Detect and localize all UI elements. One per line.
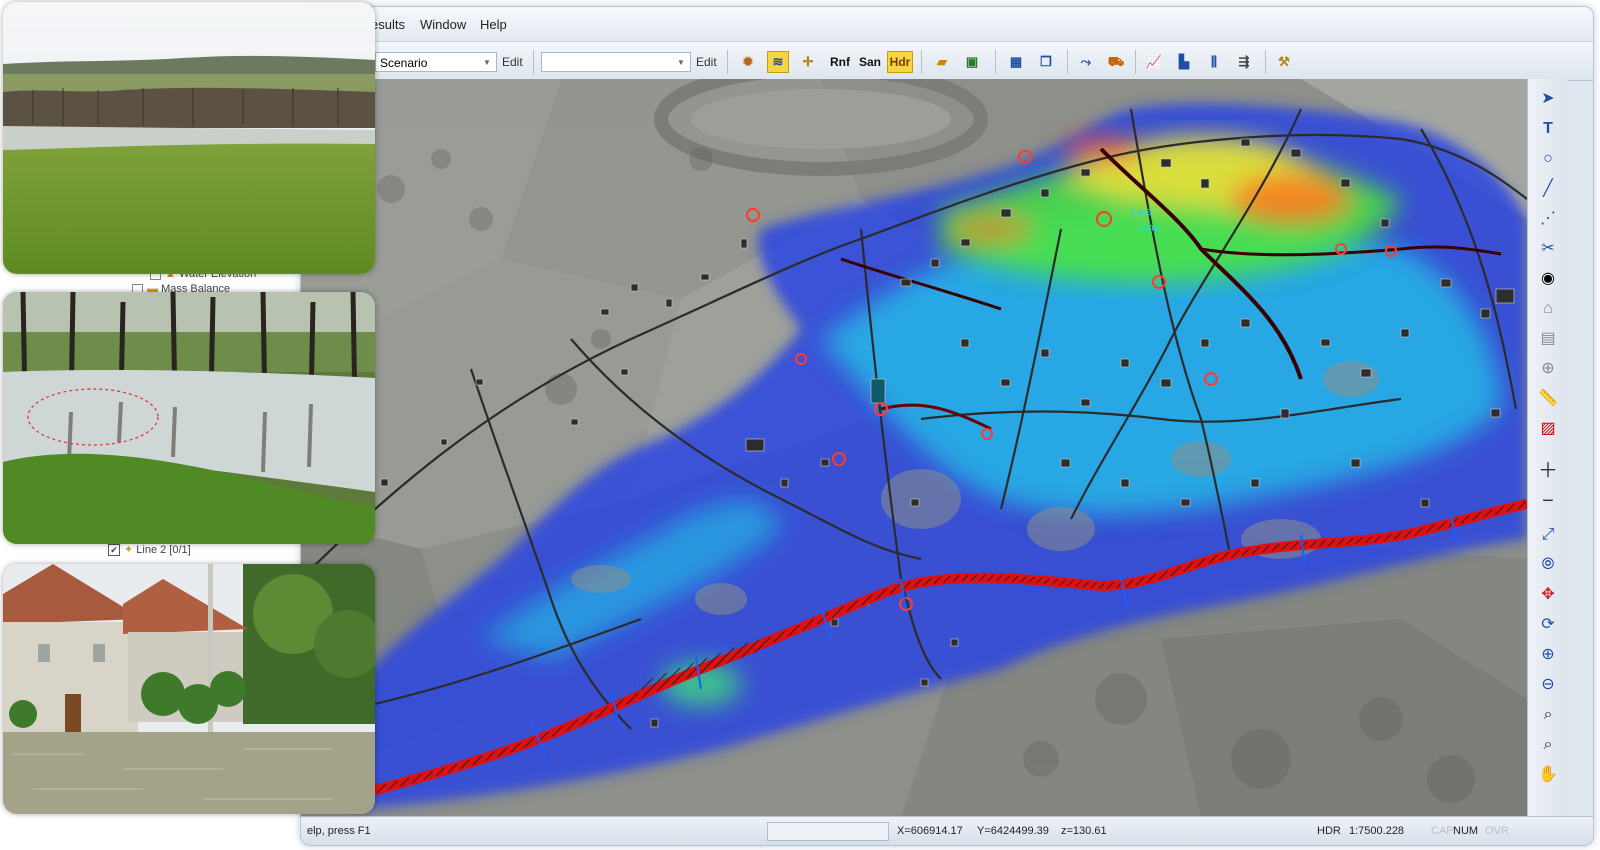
crosshair-tool-icon[interactable]: ✛ bbox=[797, 51, 819, 73]
toolbar-separator bbox=[1265, 50, 1266, 74]
flood-photo-house bbox=[3, 564, 375, 814]
hand-icon[interactable]: ✋ bbox=[1536, 763, 1560, 787]
select-all-lines-icon[interactable]: ⤢ bbox=[1536, 523, 1560, 547]
application-window: esults Window Help Scenario ▼ Edit ▼ Edi… bbox=[300, 6, 1594, 846]
woods-image bbox=[3, 292, 375, 544]
house-image bbox=[3, 564, 375, 814]
checkbox-checked[interactable]: ✔ bbox=[108, 544, 120, 557]
zoom-out-icon[interactable]: ⊖ bbox=[1536, 673, 1560, 697]
toolbar-separator bbox=[1135, 50, 1136, 74]
pipes-icon[interactable]: ⫼ bbox=[1203, 51, 1225, 73]
toolbar: Scenario ▼ Edit ▼ Edit ✹ ≋ ✛ Rnf San Hdr… bbox=[301, 41, 1593, 81]
scenario-edit-button[interactable]: Edit bbox=[502, 55, 523, 69]
wave-icon[interactable]: ◉ bbox=[1536, 267, 1560, 291]
scenario-combo[interactable]: Scenario ▼ bbox=[375, 52, 497, 72]
zoom-in-icon[interactable]: ⊕ bbox=[1536, 643, 1560, 667]
num-indicator: NUM bbox=[1453, 825, 1479, 837]
gear-cluster-icon[interactable]: ✹ bbox=[737, 51, 759, 73]
text-icon[interactable]: T bbox=[1536, 117, 1560, 141]
secondary-combo[interactable]: ▼ bbox=[541, 52, 691, 72]
z-coordinate: z=130.61 bbox=[1061, 825, 1107, 837]
map-canvas[interactable]: Line Line bbox=[301, 79, 1527, 817]
menu-bar: esults Window Help bbox=[301, 7, 1593, 41]
hdr-indicator: HDR bbox=[1317, 825, 1341, 837]
truck-icon[interactable]: ⛟ bbox=[1105, 51, 1127, 73]
arrows-icon[interactable]: ⇶ bbox=[1233, 51, 1255, 73]
toolbar-separator bbox=[727, 50, 728, 74]
table-icon[interactable]: ▦ bbox=[1005, 51, 1027, 73]
chevron-down-icon: ▼ bbox=[677, 58, 685, 67]
menu-window[interactable]: Window bbox=[420, 17, 466, 32]
pan-arrows-icon[interactable]: ✥ bbox=[1536, 583, 1560, 607]
line-layer-icon: ✦ bbox=[124, 544, 134, 556]
crosshair-icon[interactable]: ⊕ bbox=[1536, 357, 1560, 381]
menu-results[interactable]: esults bbox=[371, 17, 405, 32]
cut-line-icon[interactable]: ✂ bbox=[1536, 237, 1560, 261]
tree-label: Line 2 [0/1] bbox=[136, 544, 191, 556]
zoom-minus-icon[interactable]: − bbox=[1536, 489, 1560, 513]
profile-chart-icon[interactable]: ▨ bbox=[1536, 417, 1560, 441]
network-icon[interactable]: ⤳ bbox=[1075, 51, 1097, 73]
window-settings-icon[interactable]: ❐ bbox=[1035, 51, 1057, 73]
refresh-icon[interactable]: ⟳ bbox=[1536, 613, 1560, 637]
x-coordinate: X=606914.17 bbox=[897, 825, 963, 837]
zoom-window-in-icon[interactable]: ⌕ bbox=[1536, 703, 1560, 727]
help-hint: elp, press F1 bbox=[307, 825, 371, 837]
ruler-icon[interactable]: 📏 bbox=[1536, 387, 1560, 411]
toolbar-separator bbox=[1067, 50, 1068, 74]
tools-icon[interactable]: ⚒ bbox=[1273, 51, 1295, 73]
pointer-icon[interactable]: ➤ bbox=[1536, 87, 1560, 111]
map-svg: Line Line bbox=[301, 79, 1527, 817]
line-chart-icon[interactable]: 📈 bbox=[1143, 51, 1165, 73]
dashed-line-icon[interactable]: ⋰ bbox=[1536, 207, 1560, 231]
line-icon[interactable]: ╱ bbox=[1536, 177, 1560, 201]
status-empty-box bbox=[767, 822, 889, 841]
bar-chart-icon[interactable]: ▙ bbox=[1173, 51, 1195, 73]
ovr-indicator: OVR bbox=[1485, 825, 1509, 837]
polygon-icon[interactable]: ⌂ bbox=[1536, 297, 1560, 321]
open-folder-icon[interactable]: ▰ bbox=[931, 51, 953, 73]
right-toolbar: ➤ T ○ ╱ ⋰ ✂ ◉ ⌂ ▤ ⊕ 📏 ▨ ＋ − ⤢ ⦾ ✥ ⟳ ⊕ ⊖ … bbox=[1527, 79, 1568, 817]
status-bar: elp, press F1 X=606914.17 Y=6424499.39 z… bbox=[301, 816, 1593, 845]
rnf-button[interactable]: Rnf bbox=[827, 51, 853, 73]
zoom-window-out-icon[interactable]: ⌕ bbox=[1536, 733, 1560, 757]
layers-icon[interactable]: ≋ bbox=[767, 51, 789, 73]
scenario-value: Scenario bbox=[380, 56, 428, 70]
select-all-nodes-icon[interactable]: ⦾ bbox=[1536, 553, 1560, 577]
flood-photo-woods bbox=[3, 292, 375, 544]
zoom-plus-icon[interactable]: ＋ bbox=[1536, 459, 1560, 483]
page-icon[interactable]: ▤ bbox=[1536, 327, 1560, 351]
y-coordinate: Y=6424499.39 bbox=[977, 825, 1049, 837]
toolbar-separator bbox=[921, 50, 922, 74]
menu-help[interactable]: Help bbox=[480, 17, 507, 32]
toolbar-separator bbox=[533, 50, 534, 74]
line-label: Line bbox=[1131, 206, 1152, 218]
circle-icon[interactable]: ○ bbox=[1536, 147, 1560, 171]
image-icon[interactable]: ▣ bbox=[961, 51, 983, 73]
scale-indicator: 1:7500.228 bbox=[1349, 825, 1405, 837]
san-button[interactable]: San bbox=[857, 51, 883, 73]
hdr-button[interactable]: Hdr bbox=[887, 51, 913, 73]
secondary-edit-button[interactable]: Edit bbox=[696, 55, 717, 69]
meadow-image bbox=[3, 2, 375, 274]
flood-photo-meadow bbox=[3, 2, 375, 274]
toolbar-separator bbox=[995, 50, 996, 74]
tree-item-line2[interactable]: ✔ ✦ Line 2 [0/1] bbox=[108, 543, 191, 557]
caps-indicator: CAP bbox=[1431, 825, 1454, 837]
line-label: Line bbox=[1139, 222, 1160, 234]
chevron-down-icon: ▼ bbox=[483, 58, 491, 67]
